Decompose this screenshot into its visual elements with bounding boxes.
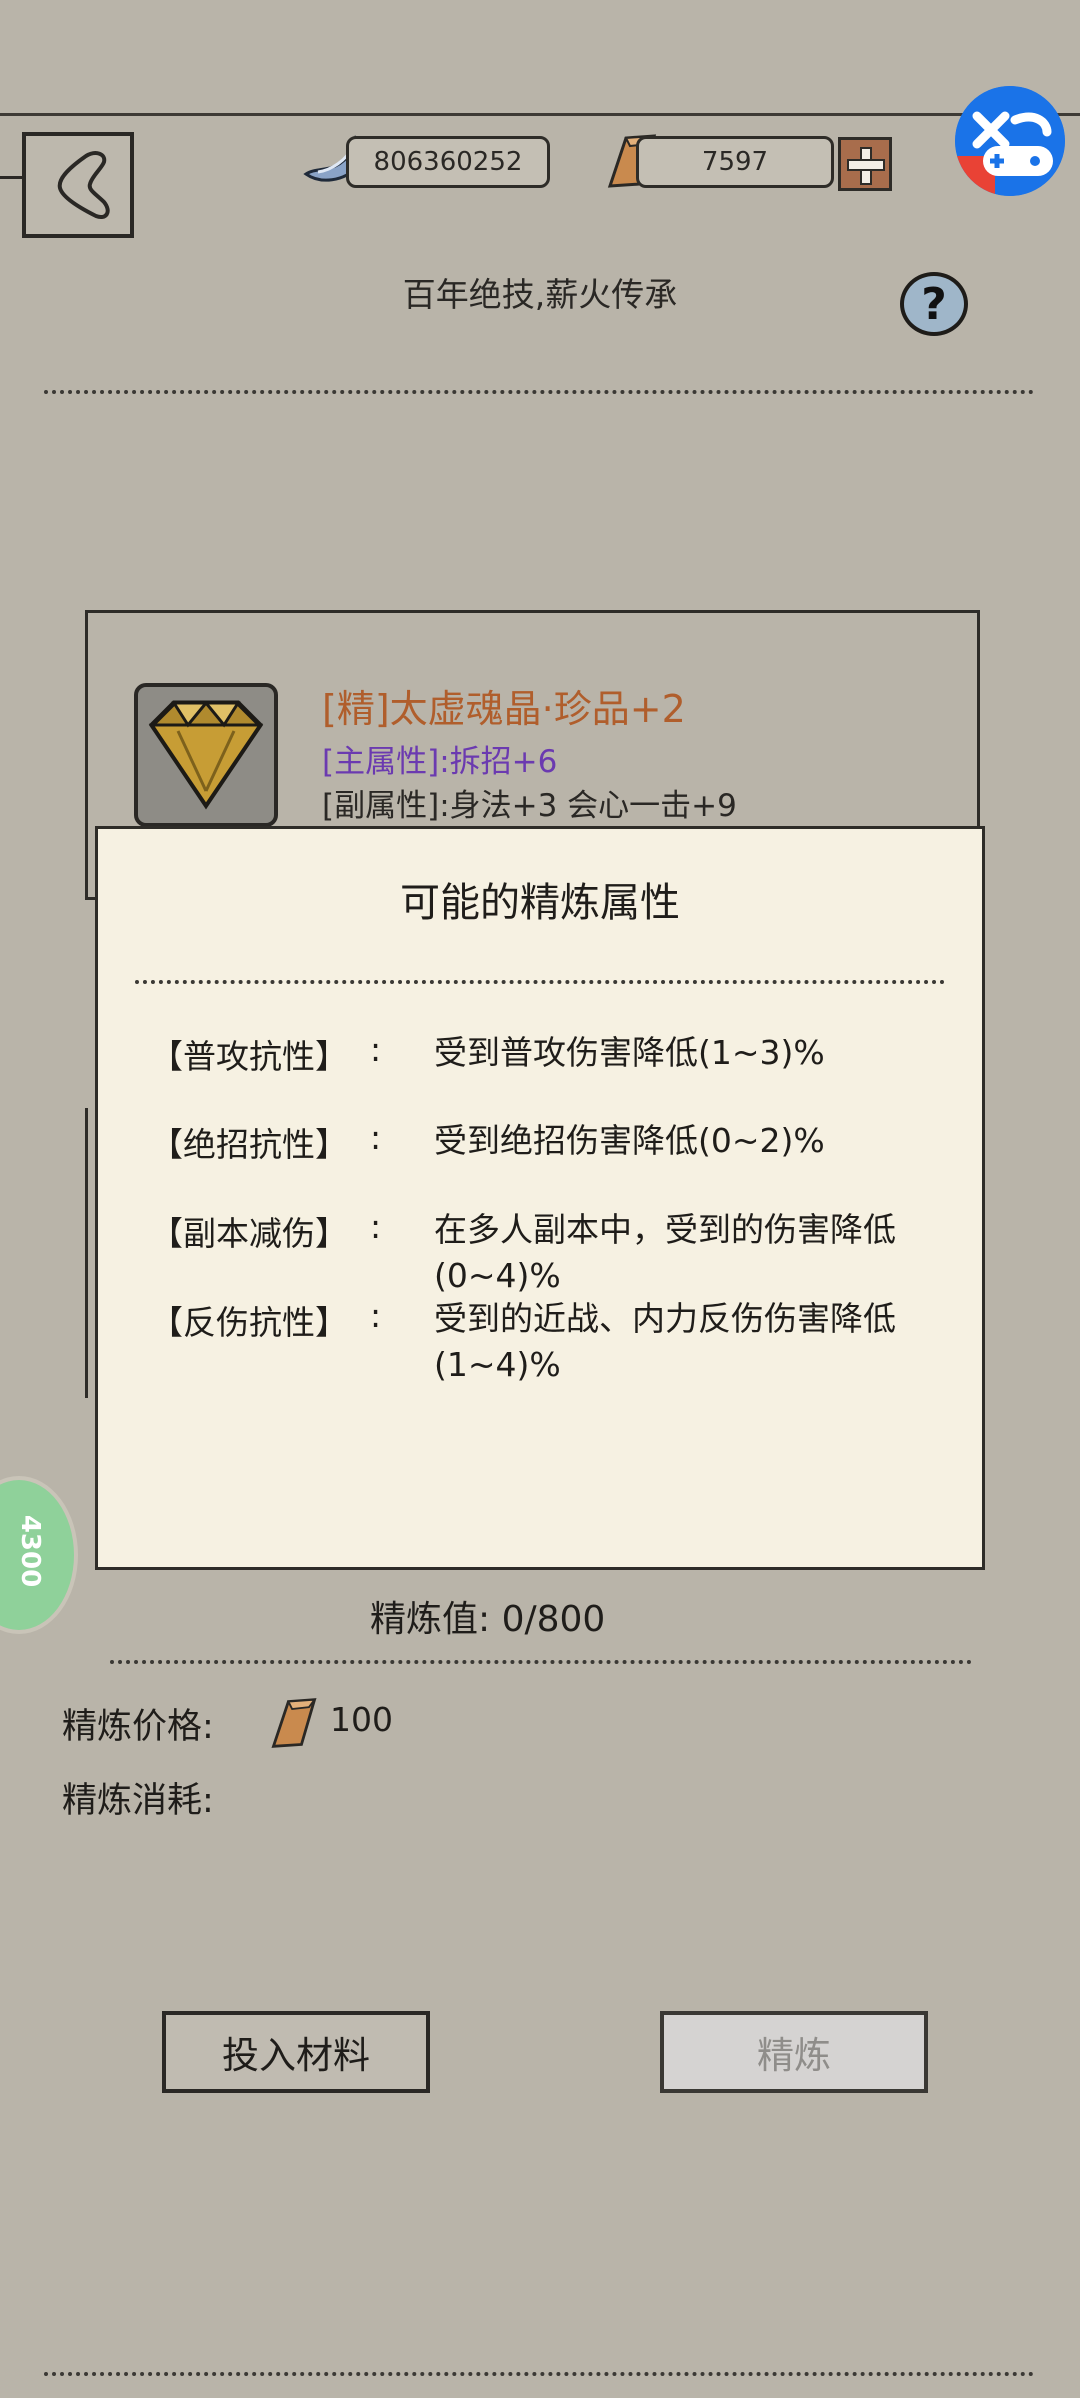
silver-amount: 806360252 <box>373 147 523 177</box>
attr-desc: 受到的近战、内力反伤伤害降低(1~4)% <box>434 1299 896 1384</box>
item-icon-frame[interactable] <box>134 683 278 827</box>
attr-colon: : <box>370 1118 382 1157</box>
gold-amount: 7597 <box>701 147 769 177</box>
attr-name: 【普攻抗性】 <box>150 1037 348 1076</box>
footer-divider <box>44 2372 1034 2376</box>
gem-icon <box>148 700 264 810</box>
attr-name: 【绝招抗性】 <box>150 1125 348 1164</box>
attr-colon: : <box>370 1296 382 1335</box>
refine-button-label: 精炼 <box>757 2034 831 2077</box>
attr-name: 【副本减伤】 <box>150 1214 348 1253</box>
popup-divider <box>135 980 945 984</box>
refine-value: 精炼值: 0/800 <box>370 1599 606 1640</box>
silver-amount-box: 806360252 <box>346 136 550 188</box>
item-sub-attribute: [副属性]:身法+3 会心一击+9 <box>322 788 737 824</box>
top-divider <box>0 113 1080 116</box>
item-name: [精]太虚魂晶·珍品+2 <box>322 687 686 731</box>
refine-divider <box>110 1660 972 1664</box>
input-material-label: 投入材料 <box>222 2034 370 2077</box>
attr-desc: 受到绝招伤害降低(0~2)% <box>434 1121 825 1160</box>
popup-title: 可能的精炼属性 <box>400 880 680 926</box>
gold-bar-icon <box>271 1698 317 1748</box>
attr-colon: : <box>370 1030 382 1069</box>
attr-colon: : <box>370 1207 382 1246</box>
attr-desc: 受到普攻伤害降低(1~3)% <box>434 1033 825 1072</box>
attr-name: 【反伤抗性】 <box>150 1303 348 1342</box>
refine-button[interactable]: 精炼 <box>660 2011 928 2093</box>
gold-amount-box: 7597 <box>636 136 834 188</box>
back-button[interactable] <box>22 132 134 238</box>
game-assistant-logo[interactable] <box>955 86 1065 196</box>
back-arrow-icon <box>57 151 110 219</box>
refine-price-value: 100 <box>330 1700 393 1739</box>
input-material-button[interactable]: 投入材料 <box>162 2011 430 2093</box>
side-badge-value: 4300 <box>15 1514 46 1588</box>
item-main-attribute: [主属性]:拆招+6 <box>322 744 558 780</box>
back-tick-decoration <box>0 176 24 179</box>
add-currency-button[interactable] <box>838 137 892 191</box>
refine-attributes-popup <box>95 826 985 1570</box>
refine-cost-label: 精炼消耗: <box>62 1781 214 1821</box>
refine-price-label: 精炼价格: <box>62 1707 214 1747</box>
gamepad-logo-icon <box>955 86 1065 196</box>
help-button[interactable]: ? <box>900 272 968 336</box>
side-float-badge[interactable]: 4300 <box>0 1476 78 1634</box>
header-divider <box>44 390 1034 394</box>
question-mark-icon: ? <box>921 278 947 330</box>
attr-desc: 在多人副本中，受到的伤害降低(0~4)% <box>434 1210 896 1295</box>
